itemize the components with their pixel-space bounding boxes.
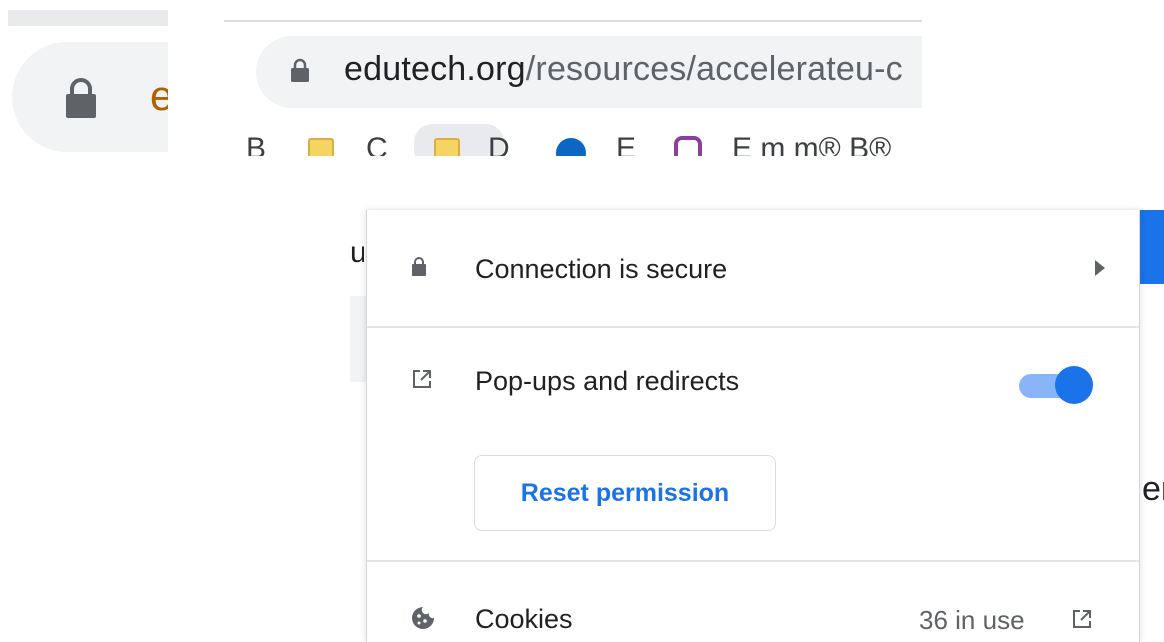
cookies-count: 36 in use	[919, 605, 1025, 635]
toggle-knob	[1055, 366, 1093, 404]
background-blue-bar	[1138, 210, 1164, 284]
omnibox[interactable]: edutech.org/resources/accelerateu-c	[256, 36, 922, 108]
left-url-fragment: e	[150, 72, 168, 119]
bookmark-label[interactable]: E	[616, 132, 636, 156]
bookmark-label[interactable]: E m m® B®	[732, 132, 891, 156]
purple-site-icon[interactable]	[674, 136, 702, 156]
external-link-icon[interactable]	[1071, 608, 1093, 630]
external-link-icon	[413, 370, 431, 388]
folder-icon[interactable]	[434, 138, 460, 156]
background-text-fragment: u	[350, 236, 364, 269]
reset-permission-button[interactable]: Reset permission	[474, 455, 776, 531]
cookies-label: Cookies	[475, 604, 573, 634]
tab-strip-fragment	[8, 10, 168, 26]
lock-icon[interactable]	[290, 58, 310, 82]
bookmarks-bar: B C D E E m m® B®	[224, 124, 922, 156]
site-info-popup: Connection is secure Pop-ups and redirec…	[366, 210, 1140, 642]
url-text[interactable]: edutech.org/resources/accelerateu-c	[344, 50, 903, 89]
url-path: /resources/accelerateu-c	[525, 50, 903, 88]
bookmark-label[interactable]: C	[366, 132, 388, 156]
chevron-right-icon	[1095, 260, 1105, 276]
folder-icon[interactable]	[308, 138, 334, 156]
browser-screenshot: e edutech.org/resources/accelerateu-c B …	[0, 0, 1164, 642]
lock-icon	[412, 257, 426, 276]
bookmark-label[interactable]: B	[246, 132, 266, 156]
popups-label: Pop-ups and redirects	[475, 366, 740, 396]
connection-row[interactable]: Connection is secure	[367, 210, 1139, 326]
toolbar-divider	[224, 20, 922, 22]
background-panel-fragment	[350, 296, 366, 382]
popups-toggle[interactable]	[1019, 366, 1093, 406]
cookie-icon	[412, 607, 434, 629]
connection-label: Connection is secure	[475, 254, 728, 284]
blue-site-icon[interactable]	[556, 138, 586, 156]
lock-icon[interactable]	[64, 78, 98, 118]
url-host: edutech.org	[344, 50, 526, 88]
bookmark-label[interactable]: D	[488, 132, 510, 156]
background-text-fragment: er	[1142, 470, 1164, 508]
